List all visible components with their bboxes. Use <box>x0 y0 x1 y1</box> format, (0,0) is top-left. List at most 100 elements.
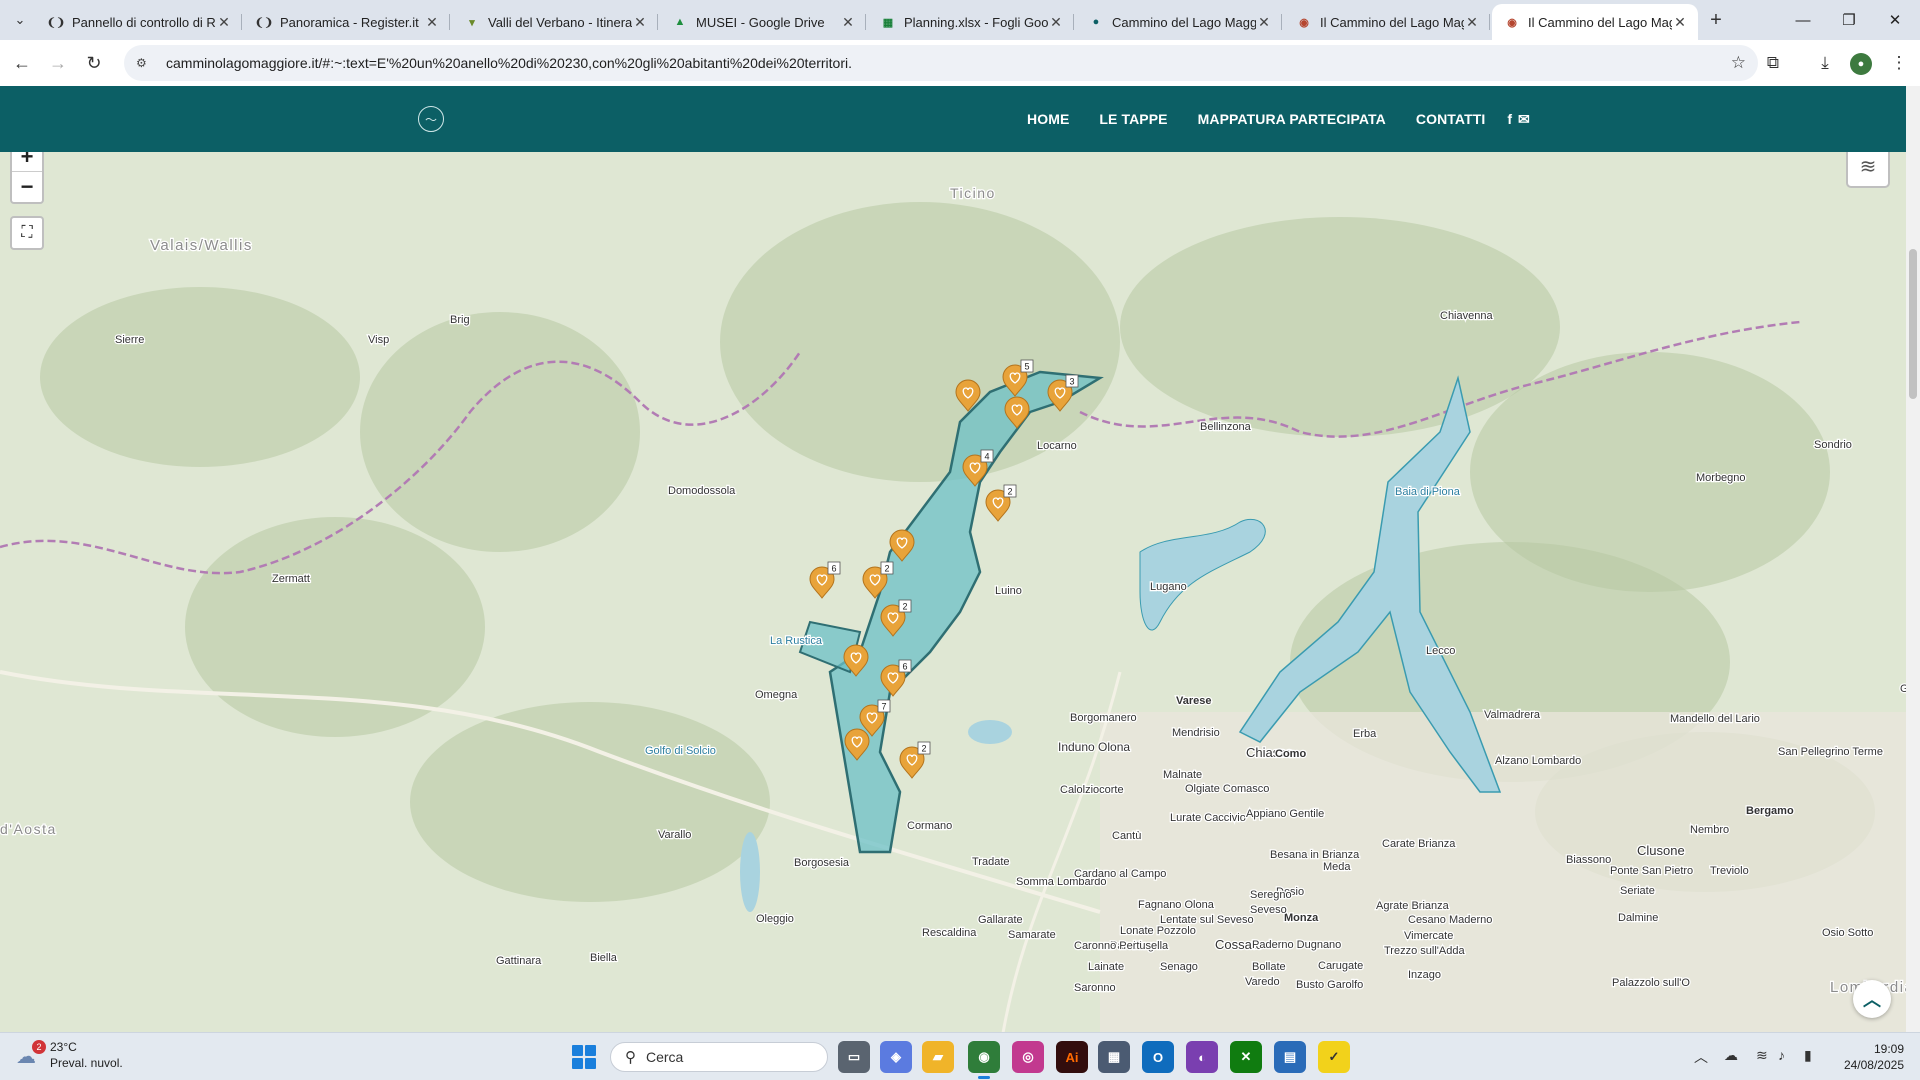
map-label: Chiavenna <box>1440 310 1493 322</box>
xbox-icon[interactable]: ✕ <box>1230 1041 1262 1073</box>
site-logo-icon[interactable]: 〜 <box>418 106 444 132</box>
tab-title: Cammino del Lago Magg <box>1112 14 1256 30</box>
map-label: Valmadrera <box>1484 709 1541 721</box>
site-info-icon[interactable]: ⚙ <box>136 56 156 70</box>
route-marker[interactable]: 2 <box>985 484 1017 522</box>
norton-icon[interactable]: ✓ <box>1318 1041 1350 1073</box>
scroll-to-top-button[interactable]: ︿ <box>1853 980 1891 1018</box>
tab-close-icon[interactable]: ✕ <box>1048 14 1064 31</box>
marker-badge-count: 6 <box>902 662 907 672</box>
page-scrollbar[interactable] <box>1906 86 1920 1032</box>
map-label: Biassono <box>1566 854 1611 866</box>
tab-close-icon[interactable]: ✕ <box>216 14 232 31</box>
volume-icon[interactable]: ♪ <box>1778 1047 1785 1063</box>
tray-chevron-icon[interactable]: ︿ <box>1694 1047 1708 1067</box>
map-label: Gattinara <box>496 955 542 967</box>
file-explorer-icon[interactable]: ▰ <box>922 1041 954 1073</box>
map-view[interactable]: TicinoValais/WallisLombardiad'AostaBrigS… <box>0 152 1906 1032</box>
weather-widget[interactable]: ☁ 2 23°C Preval. nuvol. <box>16 1039 123 1071</box>
map-label: Senago <box>1160 961 1198 973</box>
outlook-icon[interactable]: O <box>1142 1041 1174 1073</box>
scrollbar-thumb[interactable] <box>1909 249 1917 399</box>
tab-search-button[interactable]: ⌄ <box>8 8 32 32</box>
marker-badge-count: 2 <box>921 744 926 754</box>
copilot-icon[interactable]: ◈ <box>880 1041 912 1073</box>
system-clock[interactable]: 19:09 24/08/2025 <box>1838 1041 1904 1073</box>
menu-icon[interactable]: ⋮ <box>1886 50 1912 76</box>
marker-badge-count: 6 <box>831 564 836 574</box>
minimize-button[interactable]: — <box>1780 0 1826 40</box>
tab-close-icon[interactable]: ✕ <box>632 14 648 31</box>
tab-title: MUSEI - Google Drive <box>696 14 825 30</box>
address-bar[interactable]: ⚙ camminolagomaggiore.it/#:~:text=E'%20u… <box>124 45 1758 81</box>
instagram-icon[interactable]: ◎ <box>1012 1041 1044 1073</box>
profile-avatar[interactable]: ● <box>1850 53 1872 75</box>
map-label: Cardano al Campo <box>1074 868 1166 880</box>
zoom-in-button[interactable]: + <box>12 152 42 172</box>
start-button[interactable] <box>572 1045 596 1069</box>
map-label: Treviolo <box>1710 865 1749 877</box>
marker-badge-count: 3 <box>1069 377 1074 387</box>
tab-close-icon[interactable]: ✕ <box>1464 14 1480 31</box>
chrome-icon[interactable]: ◉ <box>968 1041 1000 1079</box>
tab-title: Panoramica - Register.it <box>280 14 419 30</box>
forward-button[interactable]: → <box>44 49 72 77</box>
extensions-icon[interactable]: ⧉ <box>1760 50 1786 76</box>
browser-tab[interactable]: ▲ MUSEI - Google Drive ✕ <box>660 4 866 40</box>
task-view-icon[interactable]: ▭ <box>838 1041 870 1073</box>
download-icon[interactable]: ⤓ <box>1812 50 1838 76</box>
battery-icon[interactable]: ▮ <box>1804 1047 1812 1064</box>
tab-close-icon[interactable]: ✕ <box>1256 14 1272 31</box>
browser-tab[interactable]: ◉ Il Cammino del Lago Mag ✕ <box>1284 4 1490 40</box>
weather-temp: 23°C <box>50 1040 77 1054</box>
back-button[interactable]: ← <box>8 49 36 77</box>
browser-tab[interactable]: ● Cammino del Lago Magg ✕ <box>1076 4 1282 40</box>
map-canvas[interactable]: TicinoValais/WallisLombardiad'AostaBrigS… <box>0 152 1906 1032</box>
map-label: Nembro <box>1690 824 1729 836</box>
browser-tab[interactable]: ◉ Il Cammino del Lago Mag ✕ <box>1492 4 1698 40</box>
fullscreen-button[interactable]: ⛶ <box>12 218 42 248</box>
notepad-icon[interactable]: ▤ <box>1274 1041 1306 1073</box>
browser-tab[interactable]: ❨❩ Pannello di controllo di Re ✕ <box>36 4 242 40</box>
lake-orta <box>740 832 760 912</box>
app-icon[interactable]: ◐ <box>1186 1041 1218 1073</box>
map-label: Lainate <box>1088 961 1124 973</box>
bookmark-star-icon[interactable]: ☆ <box>1731 53 1746 73</box>
onedrive-icon[interactable]: ☁ <box>1724 1047 1738 1064</box>
new-tab-button[interactable]: + <box>1704 8 1728 32</box>
marker-badge-count: 2 <box>1007 487 1012 497</box>
pin-icon: ▾ <box>469 16 475 29</box>
route-marker[interactable]: 6 <box>809 561 841 599</box>
illustrator-icon[interactable]: Ai <box>1056 1041 1088 1073</box>
nav-link-home[interactable]: HOME <box>1027 111 1069 127</box>
browser-tab[interactable]: ▦ Planning.xlsx - Fogli Goog ✕ <box>868 4 1074 40</box>
site-nav: HOME LE TAPPE MAPPATURA PARTECIPATA CONTATT… <box>1027 86 1530 152</box>
map-label: Saronno <box>1074 982 1116 994</box>
zoom-out-button[interactable]: − <box>12 172 42 202</box>
mail-icon[interactable]: ✉ <box>1518 111 1530 128</box>
route-marker[interactable]: 2 <box>899 741 931 779</box>
facebook-icon[interactable]: f <box>1507 111 1512 127</box>
browser-tab[interactable]: ❨❩ Panoramica - Register.it ✕ <box>244 4 450 40</box>
taskbar-search[interactable]: ⚲ Cerca <box>610 1042 828 1072</box>
nav-link-mappatura-partecipata[interactable]: MAPPATURA PARTECIPATA <box>1198 111 1386 127</box>
weather-desc: Preval. nuvol. <box>50 1056 123 1070</box>
nav-link-contatti[interactable]: CONTATTI <box>1416 111 1486 127</box>
map-label: Meda <box>1323 861 1351 873</box>
forest-area <box>185 517 485 737</box>
map-label: Osio Sotto <box>1822 927 1873 939</box>
map-label: Lecco <box>1426 645 1455 657</box>
layers-icon[interactable]: ≋ <box>1846 152 1890 188</box>
browser-tab[interactable]: ▾ Valli del Verbano - Itinera ✕ <box>452 4 658 40</box>
tab-close-icon[interactable]: ✕ <box>840 14 856 31</box>
map-label: San Pellegrino Terme <box>1778 746 1883 758</box>
restore-button[interactable]: ❐ <box>1826 0 1872 40</box>
reload-button[interactable]: ↻ <box>80 49 108 77</box>
tab-close-icon[interactable]: ✕ <box>424 14 440 31</box>
calculator-icon[interactable]: ▦ <box>1098 1041 1130 1073</box>
nav-link-le-tappe[interactable]: LE TAPPE <box>1099 111 1167 127</box>
tab-close-icon[interactable]: ✕ <box>1672 14 1688 31</box>
close-window-button[interactable]: ✕ <box>1872 0 1918 40</box>
marker-badge-count: 7 <box>881 702 886 712</box>
wifi-icon[interactable]: ≋ <box>1756 1047 1768 1064</box>
